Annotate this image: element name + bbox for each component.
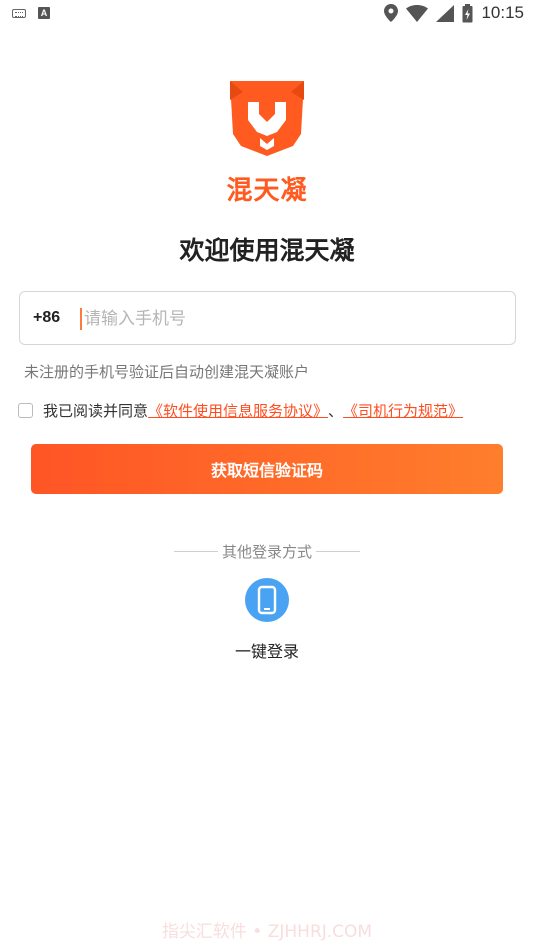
agreement-prefix: 我已阅读并同意	[43, 402, 149, 420]
phone-input-box[interactable]: +86	[19, 291, 516, 345]
welcome-title: 欢迎使用混天凝	[179, 236, 355, 265]
get-sms-code-button[interactable]: 获取短信验证码	[31, 444, 503, 494]
agreement-separator: 、	[328, 402, 344, 420]
divider-line-left	[173, 551, 218, 552]
agreement-checkbox[interactable]	[18, 403, 33, 418]
status-time: 10:15	[481, 3, 524, 22]
service-agreement-link[interactable]: 《软件使用信息服务协议》	[148, 400, 328, 421]
phone-number-input[interactable]	[84, 304, 484, 334]
brand-name: 混天凝	[226, 175, 308, 205]
other-login-heading: 其他登录方式	[221, 543, 312, 561]
wifi-icon	[406, 4, 429, 22]
divider-line-right	[316, 551, 360, 552]
other-login-divider: 其他登录方式	[0, 541, 534, 562]
country-code[interactable]: +86	[33, 309, 60, 327]
status-right: 10:15	[384, 3, 524, 23]
signal-icon	[436, 4, 455, 22]
keyboard-icon	[12, 8, 26, 18]
status-bar: A 10:15	[0, 0, 534, 28]
one-key-login-button[interactable]	[245, 578, 289, 622]
phone-icon	[257, 585, 277, 615]
agreement-row: 我已阅读并同意 《软件使用信息服务协议》 、 《司机行为规范》	[18, 400, 463, 421]
battery-icon	[462, 3, 473, 22]
driver-rules-link[interactable]: 《司机行为规范》	[343, 400, 463, 421]
register-hint: 未注册的手机号验证后自动创建混天凝账户	[24, 363, 310, 381]
location-icon	[384, 4, 399, 22]
watermark: 指尖汇软件 • ZJHHRJ.COM	[161, 922, 373, 942]
one-key-login-label[interactable]: 一键登录	[0, 638, 534, 662]
text-cursor	[80, 308, 82, 330]
status-left: A	[12, 7, 50, 19]
a-app-icon: A	[38, 7, 50, 19]
